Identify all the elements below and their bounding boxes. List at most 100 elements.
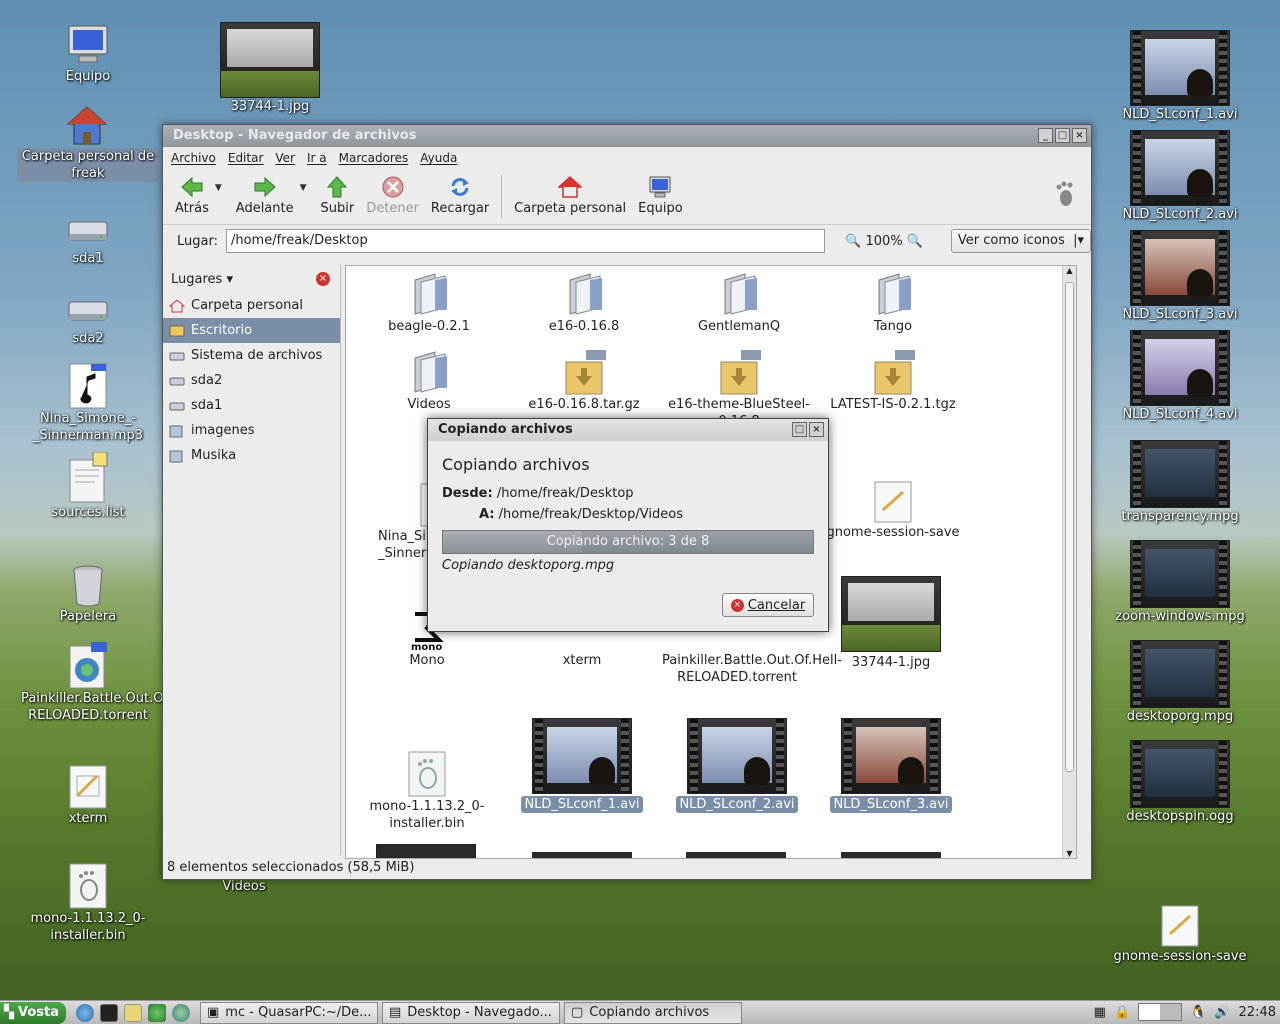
forward-button[interactable]: Adelante	[230, 175, 300, 216]
file-item[interactable]: LATEST-IS-0.2.1.tgz	[818, 348, 968, 413]
desktop-icon-video[interactable]: NLD_SLconf_2.avi	[1110, 130, 1250, 223]
sidebar-item-sda1[interactable]: sda1	[163, 393, 340, 418]
sidebar-item-sda2[interactable]: sda2	[163, 368, 340, 393]
desktop-icon-xterm[interactable]: xterm	[18, 764, 158, 827]
editor-icon[interactable]	[124, 1003, 142, 1022]
clock[interactable]: 22:48	[1239, 1005, 1276, 1020]
desktop-icon-label: 33744-1.jpg	[230, 99, 310, 114]
desktop-icon-trash[interactable]: Papelera	[18, 562, 158, 625]
file-item[interactable]: 33744-1.jpg	[816, 576, 966, 671]
trash-icon	[73, 565, 103, 607]
lock-icon[interactable]: 🔒	[1114, 1005, 1130, 1020]
maximize-button[interactable]: □	[1055, 128, 1070, 143]
file-item[interactable]: mono-1.1.13.2_0-installer.bin	[352, 750, 502, 832]
desktop-icon-sda1[interactable]: sda1	[18, 210, 158, 267]
file-item[interactable]: NLD_SLconf_3.avi	[816, 718, 966, 813]
menu-ayuda[interactable]: Ayuda	[420, 151, 457, 165]
dialog-heading: Copiando archivos	[442, 455, 590, 474]
file-item[interactable]: e16-0.16.8.tar.gz	[509, 348, 659, 413]
back-button[interactable]: Atrás	[169, 175, 215, 216]
close-button[interactable]: ×	[1072, 128, 1087, 143]
window-titlebar[interactable]: Desktop - Navegador de archivos _ □ ×	[163, 125, 1091, 147]
messenger-icon[interactable]	[148, 1003, 166, 1022]
up-button[interactable]: Subir	[315, 175, 361, 216]
desktop-icon-label: zoom-windows.mpg	[1115, 609, 1245, 624]
maximize-button[interactable]: □	[792, 422, 807, 437]
forward-history-dropdown[interactable]: ▼	[300, 183, 307, 193]
back-history-dropdown[interactable]: ▼	[215, 183, 222, 193]
sidebar-item-home[interactable]: Carpeta personal	[163, 293, 340, 318]
desktop-icon-home-folder[interactable]: Carpeta personal de freak	[17, 104, 159, 182]
dialog-titlebar[interactable]: Copiando archivos □ ×	[428, 419, 828, 441]
desktop-icon-mp3[interactable]: Nina_Simone_-_Sinnerman.mp3	[18, 362, 158, 444]
desktop-icon-video[interactable]: desktoporg.mpg	[1110, 640, 1250, 725]
desktop-icon-torrent[interactable]: Painkiller.Battle.Out.Of.Hell-RELOADED.t…	[18, 642, 201, 724]
vertical-scrollbar[interactable]: ▲ ▼	[1062, 266, 1076, 858]
workspace-switcher[interactable]	[1138, 1003, 1183, 1021]
home-button[interactable]: Carpeta personal	[508, 175, 632, 216]
desktop-icon-video[interactable]: desktopspin.ogg	[1110, 740, 1250, 825]
progress-text: Copiando archivo: 3 de 8	[546, 534, 710, 549]
computer-button[interactable]: Equipo	[632, 175, 689, 216]
menu-editar[interactable]: Editar	[228, 151, 264, 165]
sidebar-item-desktop[interactable]: Escritorio	[163, 318, 340, 343]
location-input[interactable]: /home/freak/Desktop	[225, 229, 826, 253]
terminal-icon[interactable]	[100, 1003, 118, 1022]
file-item[interactable]: beagle-0.2.1	[354, 270, 504, 335]
menu-archivo[interactable]: Archivo	[171, 151, 216, 165]
task-file-manager[interactable]: ▤ Desktop - Navegado...	[382, 1001, 560, 1024]
copy-dialog[interactable]: Copiando archivos □ × Copiando archivos …	[427, 418, 829, 632]
start-button[interactable]: ▚ Vosta	[0, 1001, 66, 1024]
desktop-icon-sda2[interactable]: sda2	[18, 290, 158, 347]
minimize-button[interactable]: _	[1038, 128, 1053, 143]
file-item[interactable]: Tango	[818, 270, 968, 335]
menu-marcadores[interactable]: Marcadores	[339, 151, 409, 165]
home-folder-icon	[66, 106, 108, 145]
zoom-in-icon[interactable]: 🔍	[907, 234, 923, 249]
file-item[interactable]: e16-0.16.8	[509, 270, 659, 335]
desktop-icon-label: Nina_Simone_-_Sinnerman.mp3	[32, 411, 144, 443]
zoom-level[interactable]: 100%	[866, 234, 903, 249]
desktop-icon-jpg[interactable]: 33744-1.jpg	[200, 22, 340, 115]
globe-icon[interactable]	[172, 1003, 190, 1022]
menu-ver[interactable]: Ver	[275, 151, 295, 165]
desktop-icon-gnome-session-save[interactable]: gnome-session-save	[1110, 904, 1250, 965]
desktop-icon-mono-installer[interactable]: mono-1.1.13.2_0-installer.bin	[18, 862, 158, 944]
task-copy-dialog[interactable]: ▢ Copiando archivos	[564, 1001, 742, 1024]
home-icon	[169, 298, 185, 312]
close-button[interactable]: ×	[809, 422, 824, 437]
view-mode-select[interactable]: Ver como iconos |▾	[950, 229, 1091, 253]
task-terminal[interactable]: ▣ mc - QuasarPC:~/De...	[200, 1001, 378, 1024]
volume-icon[interactable]: 🔊	[1214, 1005, 1230, 1020]
tux-icon[interactable]: 🐧	[1190, 1005, 1206, 1020]
file-item[interactable]: GentlemanQ	[664, 270, 814, 335]
desktop-icon-video[interactable]: NLD_SLconf_3.avi	[1110, 230, 1250, 323]
browser-icon[interactable]	[76, 1003, 94, 1022]
desktop-icon-label: mono-1.1.13.2_0-installer.bin	[30, 911, 146, 943]
menu-ir-a[interactable]: Ir a	[307, 151, 327, 165]
file-item[interactable]: NLD_SLconf_1.avi	[507, 718, 657, 813]
file-item[interactable]: gnome-session-save	[818, 480, 968, 541]
up-arrow-icon	[327, 176, 348, 198]
reload-button[interactable]: Recargar	[425, 175, 495, 216]
desktop-icon-video[interactable]: NLD_SLconf_4.avi	[1110, 330, 1250, 423]
network-icon[interactable]: ▦	[1094, 1005, 1106, 1020]
file-item[interactable]: Videos	[354, 348, 504, 413]
desktop-icon-videos[interactable]: Videos	[174, 878, 314, 895]
desktop-icon-equipo[interactable]: Equipo	[18, 22, 158, 85]
zoom-out-icon[interactable]: 🔍	[845, 234, 861, 249]
sidebar-item-filesystem[interactable]: Sistema de archivos	[163, 343, 340, 368]
desktop-icon-video[interactable]: NLD_SLconf_1.avi	[1110, 30, 1250, 123]
scrollbar-thumb[interactable]	[1065, 282, 1074, 772]
file-item[interactable]: NLD_SLconf_2.avi	[662, 718, 812, 813]
sidebar-header[interactable]: Lugares ▾ ×	[163, 265, 340, 293]
sidebar-item-imagenes[interactable]: imagenes	[163, 418, 340, 443]
desktop-icon-sources-list[interactable]: sources.list	[18, 452, 158, 521]
sidebar-close-icon[interactable]: ×	[316, 272, 330, 286]
cancel-button[interactable]: × Cancelar	[722, 593, 814, 617]
desktop-icon-video[interactable]: transparency.mpg	[1110, 440, 1250, 525]
stop-button[interactable]: Detener	[360, 175, 425, 216]
sidebar-item-musika[interactable]: Musika	[163, 443, 340, 468]
scroll-up-icon[interactable]: ▲	[1063, 266, 1076, 275]
desktop-icon-video[interactable]: zoom-windows.mpg	[1110, 540, 1250, 625]
